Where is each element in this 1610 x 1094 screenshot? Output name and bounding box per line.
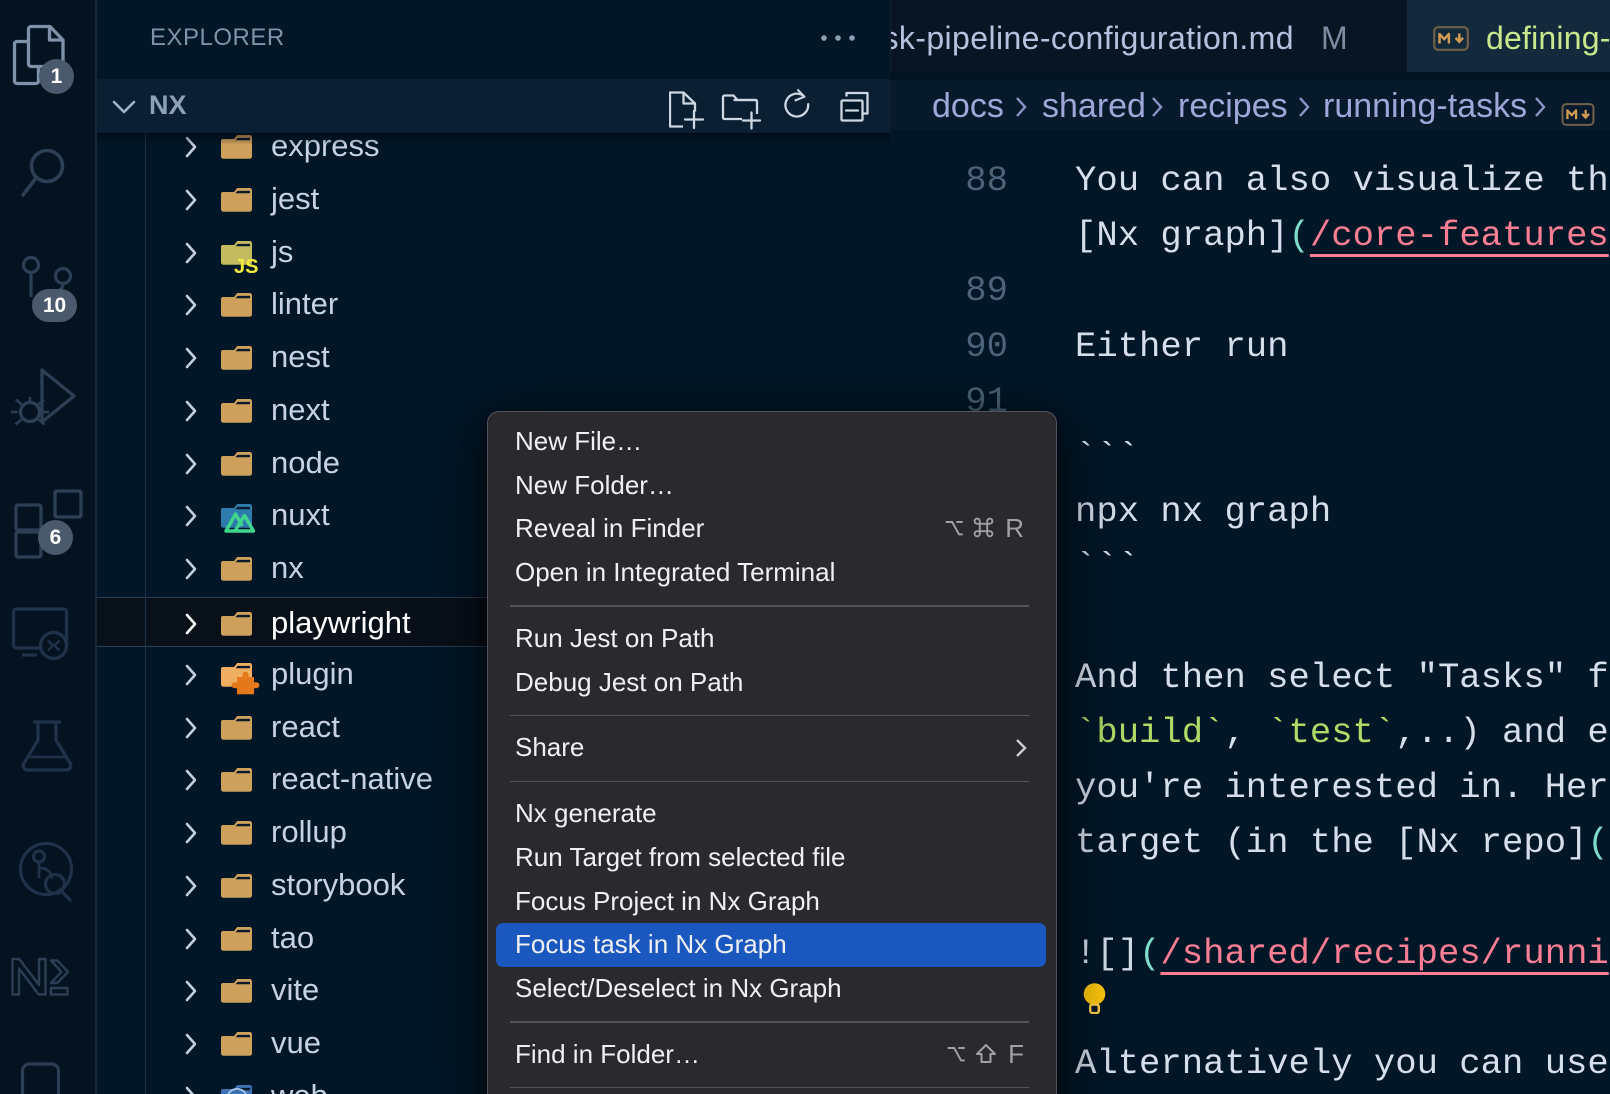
svg-text:JS: JS [234,256,258,276]
